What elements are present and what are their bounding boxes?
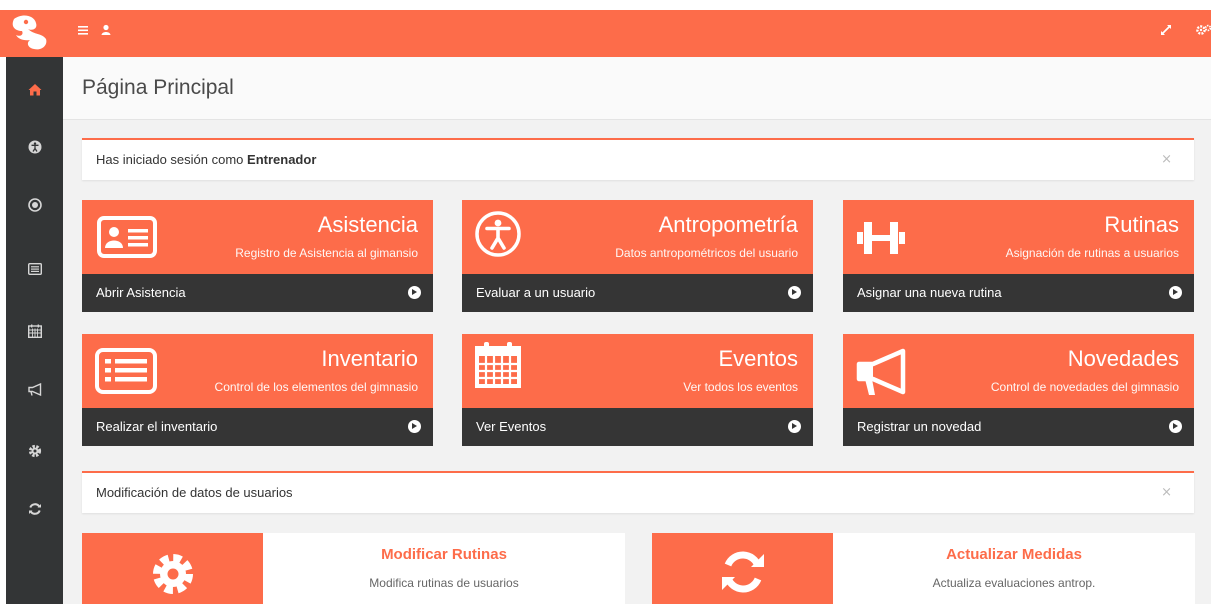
close-icon[interactable]: × [1161,152,1172,167]
card-title: Antropometría [658,212,798,237]
accessibility-icon [28,140,41,154]
list-alt-icon [95,348,157,394]
box-subtitle: Actualiza evaluaciones antrop. [932,576,1096,590]
card-action-label: Realizar el inventario [96,419,218,434]
bars-icon[interactable] [78,24,90,36]
sidebar-item-actualizar[interactable] [6,489,63,529]
bullhorn-icon [27,382,41,396]
card-footer-link[interactable]: Abrir Asistencia [82,274,433,312]
expand-icon[interactable] [1160,24,1172,36]
sidebar-item-antropometria[interactable] [6,127,63,167]
card-title: Rutinas [1104,212,1179,237]
panel-title: Modificación de datos de usuarios [96,485,293,500]
card-action-label: Abrir Asistencia [96,285,186,300]
sidebar-item-objetivos[interactable] [6,185,63,225]
sidebar-item-registros[interactable] [6,249,63,289]
session-alert: Has iniciado sesión como Entrenador × [82,138,1194,180]
card-antropometria: Antropometría Datos antropométricos del … [462,200,813,312]
box-actualizar-medidas[interactable]: Actualizar Medidas Actualiza evaluacione… [652,533,1195,604]
card-footer-link[interactable]: Registrar un novedad [843,408,1194,446]
user-icon[interactable] [101,24,111,36]
page-header: Página Principal [63,57,1211,120]
card-subtitle: Datos antropométricos del usuario [615,246,798,260]
logo-icon[interactable] [6,13,52,53]
box-modificar-rutinas[interactable]: Modificar Rutinas Modifica rutinas de us… [82,533,625,604]
card-action-label: Registrar un novedad [857,419,982,434]
bullhorn-icon [856,348,906,395]
card-title: Inventario [321,346,418,371]
box-title: Actualizar Medidas [946,546,1082,563]
card-asistencia: Asistencia Registro de Asistencia al gim… [82,200,433,312]
sidebar-item-novedades[interactable] [6,369,63,409]
sidebar-item-eventos[interactable] [6,311,63,351]
card-subtitle: Control de los elementos del gimnasio [214,380,418,394]
card-title: Eventos [718,346,799,371]
refresh-icon [28,503,41,515]
arrow-circle-right-icon [1169,420,1182,433]
card-eventos: Eventos Ver todos los eventos Ver Evento… [462,334,813,446]
calendar-icon [27,324,42,338]
card-footer-link[interactable]: Ver Eventos [462,408,813,446]
accessibility-icon [475,211,521,257]
card-title: Asistencia [317,212,418,237]
dot-circle-icon [27,198,42,212]
arrow-circle-right-icon [788,420,801,433]
close-icon[interactable]: × [1161,485,1172,500]
list-alt-icon [27,263,42,275]
id-card-icon [97,216,157,258]
top-navbar [0,10,1211,57]
page-title: Página Principal [82,76,234,99]
gear-icon [153,554,193,594]
sidebar-item-home[interactable] [6,69,63,109]
sidebar [6,57,63,604]
card-title: Novedades [1067,346,1179,371]
arrow-circle-right-icon [1169,286,1182,299]
home-icon [28,83,41,95]
card-subtitle: Registro de Asistencia al gimansio [235,246,418,260]
calendar-icon [475,342,521,388]
session-text: Has iniciado sesión como Entrenador [96,152,316,167]
card-subtitle: Ver todos los eventos [683,380,798,394]
card-action-label: Ver Eventos [476,419,547,434]
arrow-circle-right-icon [408,286,421,299]
card-action-label: Evaluar a un usuario [476,285,596,300]
arrow-circle-right-icon [788,286,801,299]
arrow-circle-right-icon [408,420,421,433]
box-title: Modificar Rutinas [381,546,507,563]
refresh-icon [722,551,764,593]
main-content: Página Principal Has iniciado sesión com… [63,57,1211,604]
session-role: Entrenador [247,152,317,167]
card-rutinas: Rutinas Asignación de rutinas a usuarios… [843,200,1194,312]
box-subtitle: Modifica rutinas de usuarios [369,576,519,590]
sidebar-item-configuracion[interactable] [6,431,63,471]
card-footer-link[interactable]: Evaluar a un usuario [462,274,813,312]
card-inventario: Inventario Control de los elementos del … [82,334,433,446]
card-footer-link[interactable]: Asignar una nueva rutina [843,274,1194,312]
card-novedades: Novedades Control de novedades del gimna… [843,334,1194,446]
card-action-label: Asignar una nueva rutina [857,285,1002,300]
dumbbell-icon [857,222,905,254]
gear-icon [28,444,41,458]
gears-icon[interactable] [1196,24,1211,36]
modify-users-panel: Modificación de datos de usuarios × [82,471,1194,513]
card-subtitle: Control de novedades del gimnasio [990,380,1179,394]
card-footer-link[interactable]: Realizar el inventario [82,408,433,446]
card-subtitle: Asignación de rutinas a usuarios [1005,246,1179,260]
session-prefix: Has iniciado sesión como [96,152,248,167]
